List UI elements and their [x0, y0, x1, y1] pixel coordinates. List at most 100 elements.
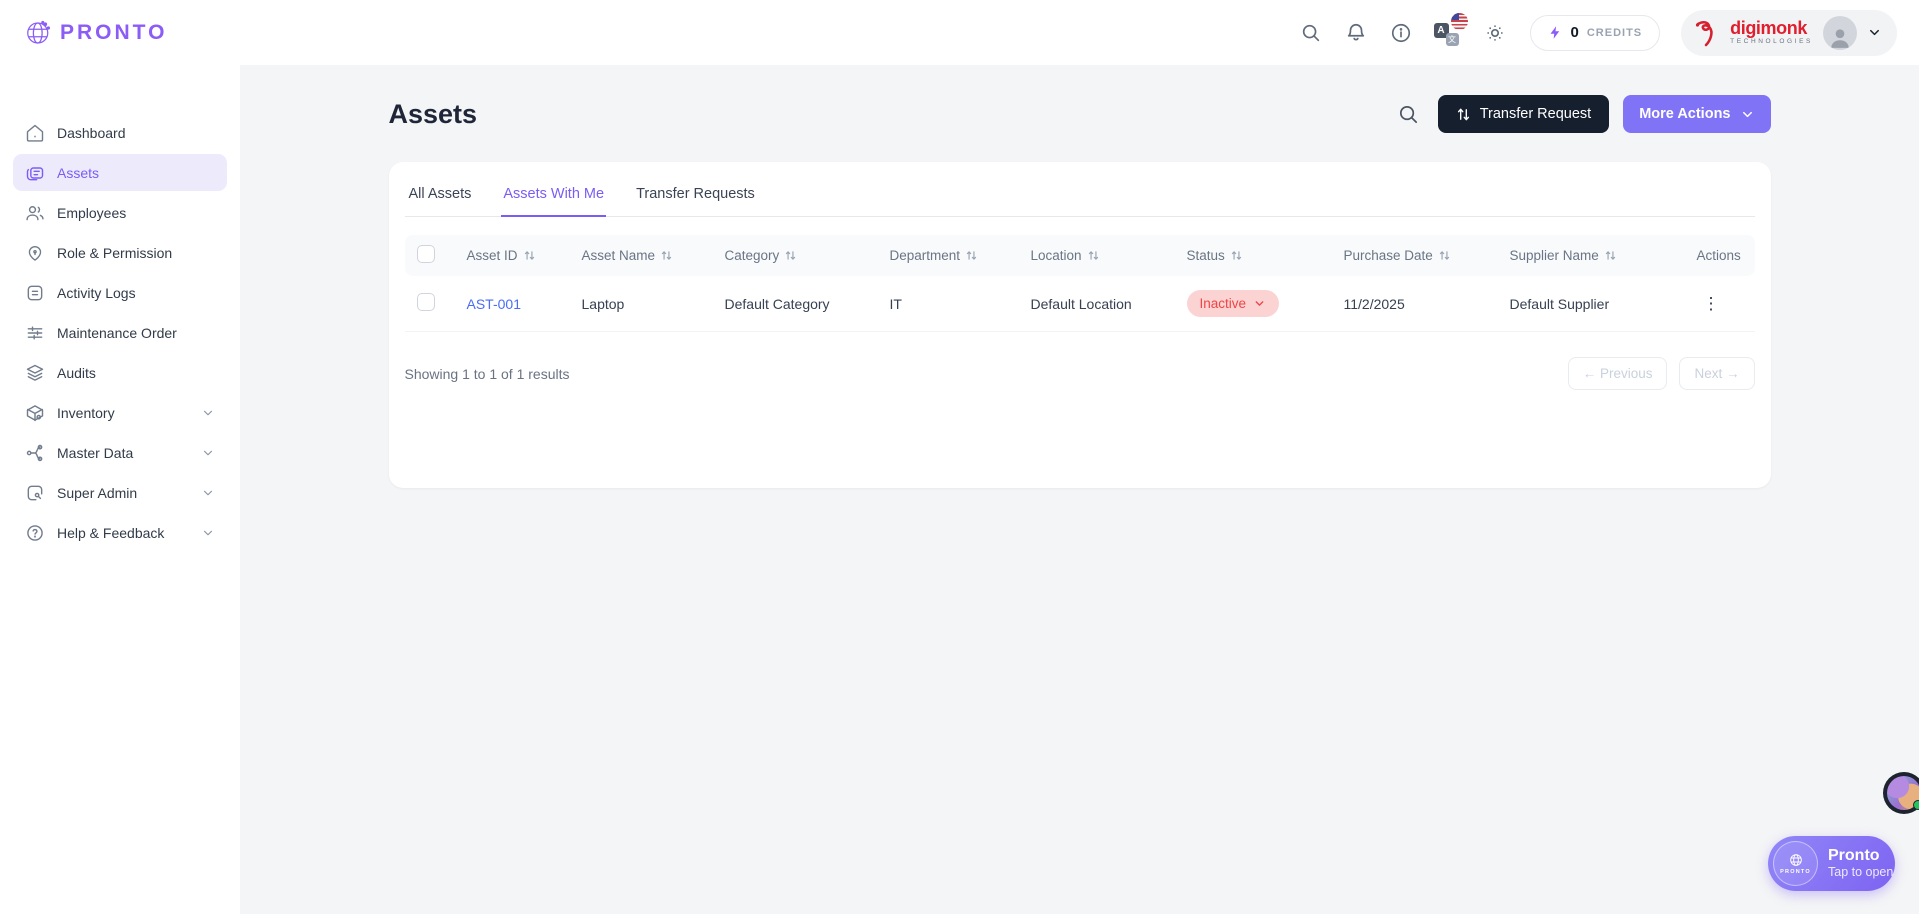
floating-user-bubble[interactable] [1883, 772, 1919, 814]
us-flag-icon [1450, 12, 1468, 30]
badge-keyhole-icon [25, 243, 45, 263]
topbar: PRONTO A 文 0 CREDITS digimonk TECHNOLOGI… [0, 0, 1919, 65]
col-header-supplier-name[interactable]: Supplier Name [1510, 248, 1599, 263]
next-page-button[interactable]: Next → [1679, 357, 1755, 390]
transfer-request-button[interactable]: Transfer Request [1437, 95, 1610, 133]
pronto-chat-logo-text: PRONTO [1780, 869, 1811, 875]
tab-bar: All Assets Assets With Me Transfer Reque… [404, 176, 1755, 217]
col-header-location[interactable]: Location [1031, 248, 1082, 263]
sidebar-item-label: Assets [57, 164, 100, 181]
sidebar-item-assets[interactable]: Assets [13, 154, 227, 191]
col-header-actions: Actions [1696, 248, 1741, 263]
translate-wen-glyph: 文 [1445, 32, 1459, 46]
pronto-chat-widget[interactable]: PRONTO Pronto Tap to open [1768, 836, 1895, 891]
transfer-arrows-icon [1456, 107, 1471, 122]
box-icon [25, 403, 45, 423]
table-row: AST-001 Laptop Default Category IT Defau… [404, 276, 1755, 332]
sidebar-item-employees[interactable]: Employees [13, 194, 227, 231]
chevron-down-icon [201, 526, 215, 540]
search-icon[interactable] [1299, 21, 1323, 45]
tab-assets-with-me[interactable]: Assets With Me [501, 176, 607, 217]
sort-icon[interactable] [1604, 249, 1617, 262]
sidebar-item-audits[interactable]: Audits [13, 354, 227, 391]
department-cell: IT [877, 276, 1019, 332]
sidebar-item-label: Employees [57, 204, 127, 221]
sidebar: Dashboard Assets Employees Role & Permis… [0, 65, 240, 914]
page-title: Assets [388, 98, 478, 129]
sidebar-item-label: Activity Logs [57, 284, 136, 301]
notifications-bell-icon[interactable] [1344, 21, 1368, 45]
transfer-request-label: Transfer Request [1479, 106, 1592, 122]
more-actions-label: More Actions [1639, 106, 1731, 122]
sidebar-item-label: Audits [57, 364, 96, 381]
sort-icon[interactable] [1438, 249, 1451, 262]
online-status-dot [1913, 800, 1919, 810]
sort-icon[interactable] [1230, 249, 1243, 262]
more-actions-button[interactable]: More Actions [1623, 95, 1771, 133]
sidebar-item-super-admin[interactable]: Super Admin [13, 474, 227, 511]
org-account-pill[interactable]: digimonk TECHNOLOGIES [1681, 9, 1897, 56]
col-header-asset-name[interactable]: Asset Name [582, 248, 656, 263]
tab-all-assets[interactable]: All Assets [407, 176, 474, 217]
sidebar-item-label: Dashboard [57, 124, 126, 141]
status-label: Inactive [1199, 296, 1247, 311]
digimonk-logo-icon [1694, 18, 1720, 48]
chat-widget-subtitle: Tap to open [1828, 865, 1894, 880]
sidebar-item-dashboard[interactable]: Dashboard [13, 114, 227, 151]
info-icon[interactable] [1389, 21, 1413, 45]
network-icon [25, 443, 45, 463]
sidebar-item-label: Inventory [57, 404, 115, 421]
globe-icon [1788, 852, 1804, 868]
lightning-bolt-icon [1548, 25, 1563, 40]
category-cell: Default Category [712, 276, 878, 332]
main-area: Assets Transfer Request More Actions All… [240, 65, 1919, 914]
sidebar-item-maintenance-order[interactable]: Maintenance Order [13, 314, 227, 351]
users-icon [25, 203, 45, 223]
table-search-icon[interactable] [1394, 99, 1424, 129]
results-summary: Showing 1 to 1 of 1 results [404, 365, 570, 382]
sort-icon[interactable] [523, 249, 536, 262]
select-all-checkbox[interactable] [416, 245, 435, 263]
purchase-date-cell: 11/2/2025 [1331, 276, 1498, 332]
credits-pill[interactable]: 0 CREDITS [1529, 14, 1661, 51]
sidebar-item-label: Master Data [57, 444, 134, 461]
help-circle-icon [25, 523, 45, 543]
previous-page-button[interactable]: ← Previous [1567, 357, 1668, 390]
theme-sun-icon[interactable] [1483, 21, 1507, 45]
sidebar-item-label: Super Admin [57, 484, 138, 501]
asset-id-link[interactable]: AST-001 [467, 296, 521, 312]
sort-icon[interactable] [965, 249, 978, 262]
chevron-down-icon [1740, 107, 1755, 122]
sidebar-item-inventory[interactable]: Inventory [13, 394, 227, 431]
app-logo-text: PRONTO [60, 20, 168, 44]
sort-icon[interactable] [1087, 249, 1100, 262]
status-badge[interactable]: Inactive [1186, 290, 1280, 317]
col-header-asset-id[interactable]: Asset ID [467, 248, 518, 263]
sidebar-item-activity-logs[interactable]: Activity Logs [13, 274, 227, 311]
col-header-department[interactable]: Department [890, 248, 961, 263]
col-header-status[interactable]: Status [1187, 248, 1225, 263]
sidebar-item-master-data[interactable]: Master Data [13, 434, 227, 471]
document-lines-icon [25, 283, 45, 303]
org-name-stack: digimonk TECHNOLOGIES [1730, 19, 1813, 46]
row-checkbox[interactable] [416, 293, 435, 311]
sort-icon[interactable] [660, 249, 673, 262]
col-header-category[interactable]: Category [725, 248, 780, 263]
chevron-down-icon [1255, 301, 1264, 306]
sort-icon[interactable] [784, 249, 797, 262]
col-header-purchase-date[interactable]: Purchase Date [1344, 248, 1433, 263]
row-actions-kebab-icon[interactable]: ⋮ [1697, 293, 1726, 314]
chat-widget-title: Pronto [1828, 846, 1880, 864]
language-translate-icon[interactable]: A 文 [1433, 12, 1468, 46]
sliders-icon [25, 323, 45, 343]
chevron-down-icon [201, 406, 215, 420]
sidebar-item-role-permission[interactable]: Role & Permission [13, 234, 227, 271]
sidebar-item-help-feedback[interactable]: Help & Feedback [13, 514, 227, 551]
globe-icon [24, 18, 54, 48]
assets-cards-icon [25, 163, 45, 183]
location-cell: Default Location [1018, 276, 1175, 332]
home-icon [25, 123, 45, 143]
user-avatar[interactable] [1823, 15, 1857, 50]
chevron-down-icon[interactable] [1867, 25, 1882, 40]
tab-transfer-requests[interactable]: Transfer Requests [634, 176, 757, 217]
